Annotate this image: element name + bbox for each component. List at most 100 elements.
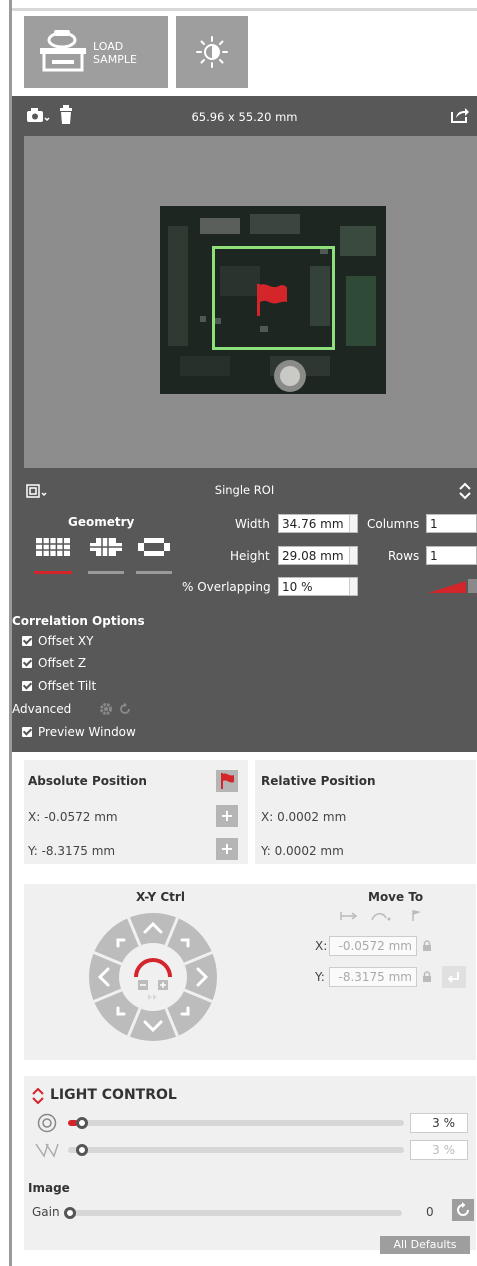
xy-control-panel: X-Y Ctrl Move To X: -0.0572 mm Y: -8.317…	[24, 884, 476, 1060]
signal-strength-icon[interactable]	[426, 577, 477, 595]
height-value: 29.08 mm	[282, 549, 344, 563]
gain-label: Gain	[32, 1205, 60, 1219]
gain-reset-button[interactable]	[452, 1199, 474, 1221]
geometry-label: Geometry	[68, 515, 135, 529]
offset-z-checkbox[interactable]: Offset Z	[22, 656, 86, 670]
light2-value-input[interactable]: 3 %	[410, 1140, 468, 1160]
relative-y: Y: 0.0002 mm	[261, 844, 344, 858]
lock-icon[interactable]	[422, 940, 432, 952]
absolute-x: X: -0.0572 mm	[28, 810, 118, 824]
flag-marker-icon	[257, 284, 287, 316]
width-input[interactable]: 34.76 mm	[278, 514, 358, 533]
brightness-button[interactable]	[176, 16, 248, 88]
offset-tilt-check[interactable]	[22, 681, 32, 691]
move-to-title: Move To	[368, 890, 424, 904]
rows-value: 1	[430, 549, 438, 563]
overlap-spinner[interactable]	[349, 578, 357, 595]
gain-slider-knob[interactable]	[64, 1207, 76, 1219]
offset-z-check[interactable]	[22, 658, 32, 668]
width-label: Width	[235, 517, 270, 531]
preview-window-checkbox[interactable]: Preview Window	[22, 725, 136, 739]
light-control-title: LIGHT CONTROL	[50, 1087, 177, 1103]
load-sample-label: LOAD SAMPLE	[93, 40, 137, 66]
offset-xy-check[interactable]	[22, 636, 32, 646]
width-spinner[interactable]	[349, 515, 357, 532]
camera-panel: 65.96 x 55.20 mm Single ROI Geometry Wid…	[12, 96, 477, 752]
plus-icon: +	[220, 806, 234, 825]
move-go-button[interactable]	[442, 966, 466, 988]
move-linear-icon[interactable]	[339, 910, 359, 922]
width-value: 34.76 mm	[282, 517, 344, 531]
light1-value-input[interactable]: 3 %	[410, 1113, 468, 1133]
brightness-icon	[196, 36, 228, 68]
overlap-input[interactable]: 10 %	[278, 577, 358, 596]
load-sample-button[interactable]: LOAD SAMPLE	[24, 16, 168, 88]
absolute-y: Y: -8.3175 mm	[28, 844, 116, 858]
joystick-ring[interactable]	[88, 912, 218, 1042]
add-y-button[interactable]: +	[216, 838, 238, 860]
export-icon[interactable]	[450, 106, 470, 124]
top-border	[12, 8, 477, 11]
set-flag-button[interactable]	[216, 770, 238, 792]
microscope-stage-icon	[40, 30, 86, 72]
reset-icon	[457, 1202, 469, 1216]
correlation-title: Correlation Options	[12, 614, 145, 628]
relative-x: X: 0.0002 mm	[261, 810, 347, 824]
grid-geometry-selected	[34, 571, 72, 574]
move-x-input[interactable]: -0.0572 mm	[329, 936, 417, 956]
offset-tilt-label: Offset Tilt	[38, 679, 97, 693]
ring-geometry-icon[interactable]	[136, 536, 172, 558]
coaxial-light-icon	[35, 1143, 59, 1158]
reset-icon[interactable]	[118, 702, 132, 716]
xy-ctrl-title: X-Y Ctrl	[136, 890, 185, 904]
move-flag-icon[interactable]	[410, 908, 424, 922]
relative-position-panel: Relative Position X: 0.0002 mm Y: 0.0002…	[255, 760, 476, 864]
advanced-label: Advanced	[12, 702, 72, 716]
enter-arrow-icon	[447, 972, 459, 983]
light-control-panel: LIGHT CONTROL 3 % 3 % Image Gain 0	[24, 1076, 476, 1250]
move-x-label: X:	[315, 939, 328, 953]
relative-position-title: Relative Position	[261, 774, 376, 788]
image-section-title: Image	[28, 1181, 70, 1195]
light2-slider-knob[interactable]	[76, 1144, 89, 1156]
add-x-button[interactable]: +	[216, 805, 238, 827]
preview-window-check[interactable]	[22, 727, 32, 737]
load-label-line2: SAMPLE	[93, 53, 137, 66]
plus-icon: +	[220, 839, 234, 858]
move-arc-icon[interactable]	[370, 910, 392, 922]
overlap-label: % Overlapping	[182, 580, 271, 594]
lock-icon[interactable]	[422, 971, 432, 983]
cross-geometry-icon[interactable]	[88, 536, 124, 558]
preview-window-label: Preview Window	[38, 725, 136, 739]
move-y-input[interactable]: -8.3175 mm	[329, 967, 417, 987]
all-defaults-button[interactable]: All Defaults	[380, 1236, 470, 1254]
columns-label: Columns	[367, 517, 420, 531]
height-input[interactable]: 29.08 mm	[278, 546, 358, 565]
sample-image	[160, 206, 386, 394]
gain-slider[interactable]	[68, 1210, 402, 1216]
viewer-dimensions: 65.96 x 55.20 mm	[191, 110, 298, 124]
overlap-value: 10 %	[282, 580, 313, 594]
roi-mode: Single ROI	[214, 483, 275, 497]
load-label-line1: LOAD	[93, 40, 124, 53]
camera-view[interactable]	[24, 136, 477, 468]
move-y-label: Y:	[315, 970, 325, 984]
cross-geometry-underline	[88, 571, 124, 574]
light1-slider-knob[interactable]	[76, 1117, 89, 1129]
light2-slider[interactable]	[68, 1147, 404, 1153]
rows-label: Rows	[388, 549, 420, 563]
offset-xy-checkbox[interactable]: Offset XY	[22, 634, 93, 648]
height-spinner[interactable]	[349, 547, 357, 564]
gear-icon[interactable]	[99, 702, 113, 716]
absolute-position-title: Absolute Position	[28, 774, 147, 788]
light1-slider[interactable]	[68, 1120, 404, 1126]
gain-value: 0	[426, 1205, 434, 1219]
columns-value: 1	[430, 517, 438, 531]
height-label: Height	[230, 549, 270, 563]
collapse-toggle-icon[interactable]	[32, 1088, 44, 1104]
collapse-toggle-icon[interactable]	[458, 481, 472, 501]
rows-input[interactable]: 1	[426, 546, 477, 565]
offset-tilt-checkbox[interactable]: Offset Tilt	[22, 679, 96, 693]
columns-input[interactable]: 1	[426, 514, 477, 533]
grid-geometry-icon[interactable]	[34, 536, 72, 558]
